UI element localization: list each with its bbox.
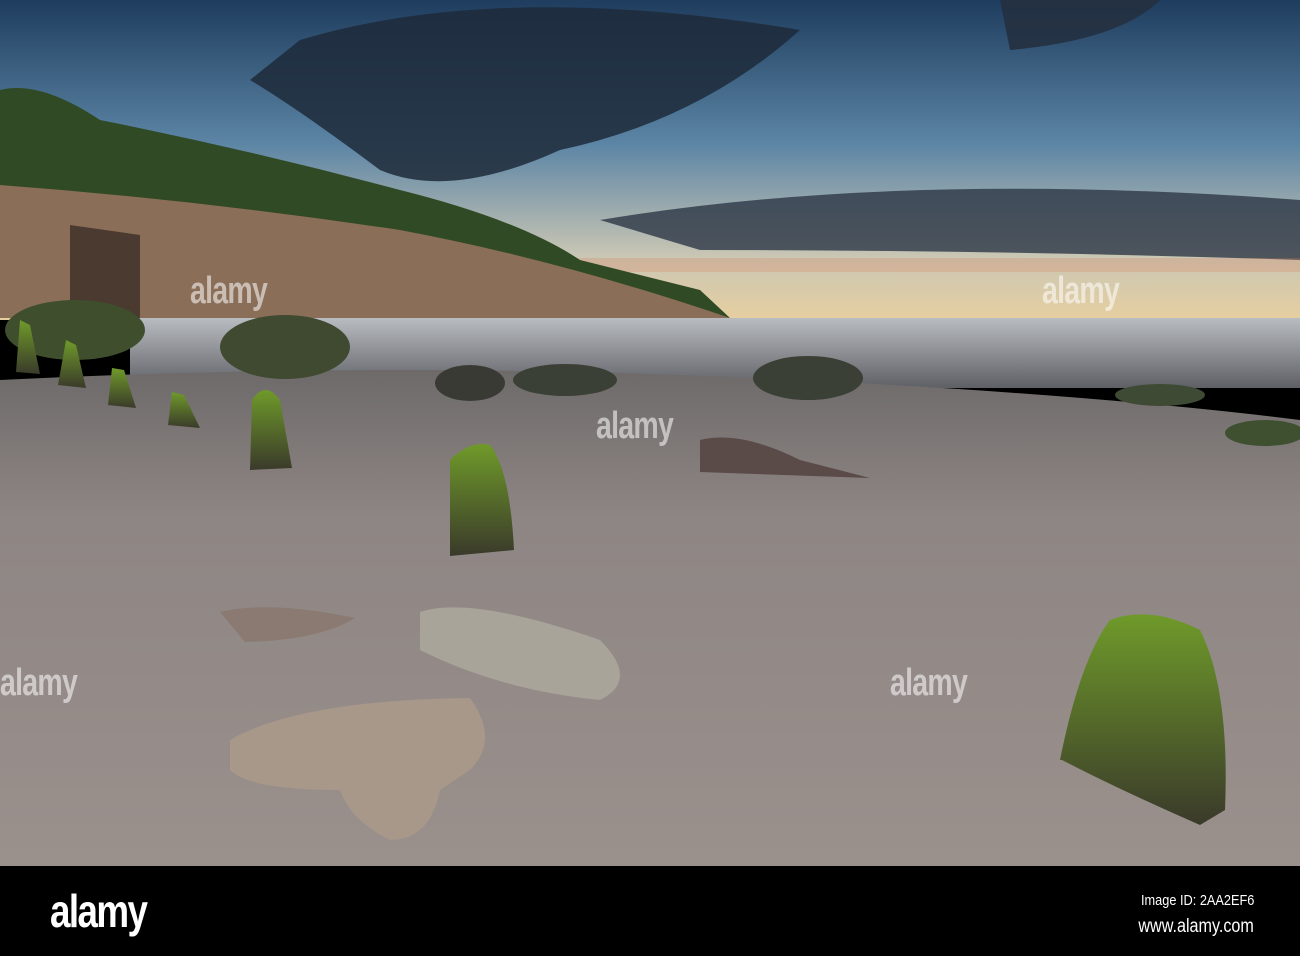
website-link: www.alamy.com (1138, 916, 1254, 937)
watermark: alamy (890, 662, 968, 704)
image-id: Image ID: 2AA2EF6 (1140, 892, 1254, 909)
footer-bar: alamy Image ID: 2AA2EF6 www.alamy.com (0, 866, 1300, 956)
alamy-logo: alamy (50, 885, 148, 937)
watermark: alamy (190, 270, 268, 312)
watermark: alamy (0, 662, 78, 704)
mossy-rock (220, 315, 350, 379)
watermark: alamy (596, 405, 674, 447)
watermark: alamy (1042, 270, 1120, 312)
photo-stage: alamy alamy alamy alamy alamy alamy Imag… (0, 0, 1300, 956)
